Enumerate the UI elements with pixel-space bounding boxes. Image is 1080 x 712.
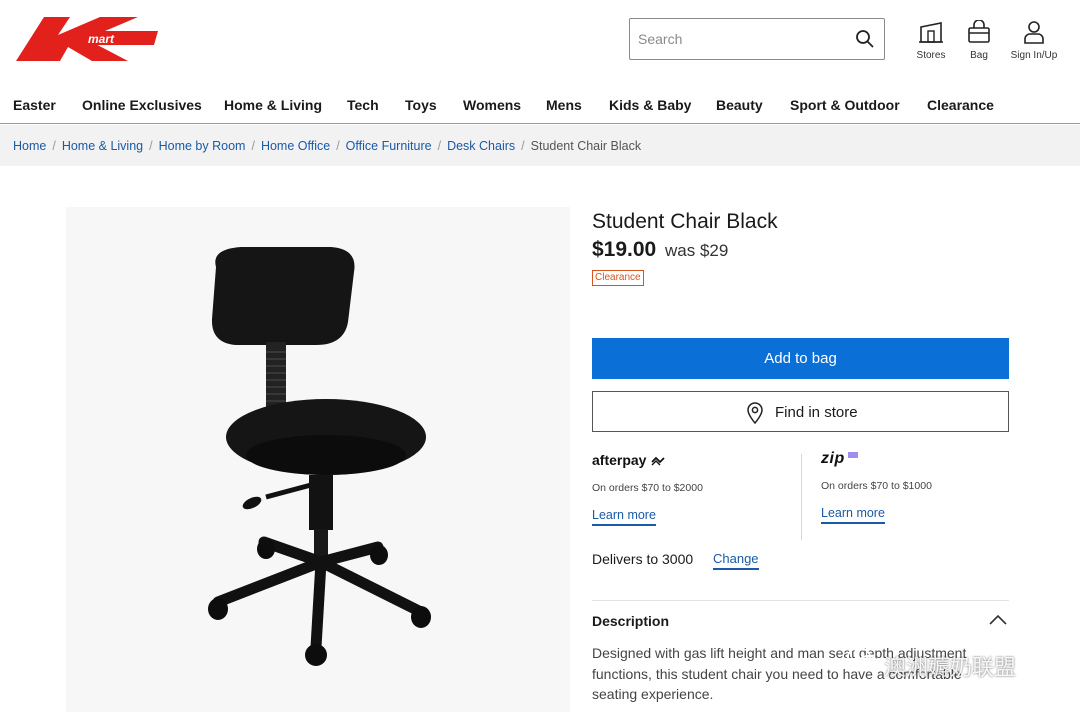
- nav-sport-outdoor[interactable]: Sport & Outdoor: [790, 97, 900, 113]
- nav-womens[interactable]: Womens: [463, 97, 521, 113]
- zip-note: On orders $70 to $1000: [821, 480, 932, 492]
- breadcrumb-home-by-room[interactable]: Home by Room: [159, 139, 246, 153]
- stores-label: Stores: [916, 50, 946, 61]
- store-icon: [919, 22, 943, 43]
- nav-toys[interactable]: Toys: [405, 97, 437, 113]
- change-postcode-link[interactable]: Change: [713, 551, 759, 570]
- nav-kids-baby[interactable]: Kids & Baby: [609, 97, 691, 113]
- bag-label: Bag: [970, 50, 988, 61]
- section-divider: [592, 600, 1009, 601]
- zip-panel: zip On orders $70 to $1000 Learn more: [821, 450, 1021, 524]
- breadcrumb-desk-chairs[interactable]: Desk Chairs: [447, 139, 515, 153]
- afterpay-note: On orders $70 to $2000: [592, 482, 703, 494]
- search-icon[interactable]: [855, 29, 875, 49]
- breadcrumb-home-living[interactable]: Home & Living: [62, 139, 143, 153]
- main-nav: Easter Online Exclusives Home & Living T…: [0, 86, 1080, 124]
- zip-learn-more-link[interactable]: Learn more: [821, 506, 885, 524]
- breadcrumb: Home / Home & Living / Home by Room / Home Off…: [0, 125, 1080, 166]
- afterpay-panel: afterpay On orders $70 to $2000 Learn mo…: [592, 452, 792, 526]
- nav-clearance[interactable]: Clearance: [927, 97, 994, 113]
- bag-icon: [968, 20, 990, 43]
- search-input[interactable]: [638, 29, 838, 49]
- user-icon: [1024, 21, 1044, 44]
- nav-beauty[interactable]: Beauty: [716, 97, 763, 113]
- chevron-up-icon[interactable]: [988, 613, 1008, 627]
- clearance-badge: Clearance: [592, 270, 644, 286]
- breadcrumb-office-furniture[interactable]: Office Furniture: [346, 139, 432, 153]
- find-in-store-label: Find in store: [775, 404, 858, 421]
- delivery-postcode: Delivers to 3000: [592, 551, 694, 567]
- wechat-watermark-icon: [847, 647, 878, 671]
- breadcrumb-home-office[interactable]: Home Office: [261, 139, 330, 153]
- afterpay-learn-more-link[interactable]: Learn more: [592, 508, 656, 526]
- breadcrumb-home[interactable]: Home: [13, 139, 46, 153]
- was-price: was $29: [665, 241, 729, 260]
- nav-tech[interactable]: Tech: [347, 97, 379, 113]
- breadcrumb-current: Student Chair Black: [530, 139, 642, 153]
- site-header: mart Stores Bag Sign In/Up: [0, 0, 1080, 86]
- zip-logo: zip: [821, 450, 1021, 468]
- find-in-store-button[interactable]: Find in store: [592, 391, 1009, 432]
- bag-button[interactable]: Bag: [951, 20, 1007, 61]
- afterpay-arrows-icon: [651, 456, 665, 466]
- product-image[interactable]: [66, 207, 570, 712]
- nav-online-exclusives[interactable]: Online Exclusives: [82, 97, 202, 113]
- nav-home-living[interactable]: Home & Living: [224, 97, 322, 113]
- add-to-bag-button[interactable]: Add to bag: [592, 338, 1009, 379]
- zip-accent: [847, 452, 858, 458]
- description-heading[interactable]: Description: [592, 613, 669, 629]
- kmart-logo[interactable]: mart: [16, 17, 158, 61]
- sign-in-button[interactable]: Sign In/Up: [1006, 20, 1062, 61]
- product-title: Student Chair Black: [592, 210, 778, 233]
- afterpay-logo: afterpay: [592, 452, 792, 468]
- product-price: $19.00: [592, 238, 657, 261]
- search-box[interactable]: [629, 18, 885, 60]
- watermark-text: 澳洲薅奶联盟: [884, 655, 1017, 680]
- nav-easter[interactable]: Easter: [13, 97, 56, 113]
- svg-text:mart: mart: [88, 32, 115, 46]
- nav-mens[interactable]: Mens: [546, 97, 582, 113]
- location-pin-icon: [747, 402, 763, 424]
- payment-divider: [801, 454, 802, 540]
- sign-in-label: Sign In/Up: [1010, 50, 1058, 61]
- chair-illustration: [208, 247, 431, 666]
